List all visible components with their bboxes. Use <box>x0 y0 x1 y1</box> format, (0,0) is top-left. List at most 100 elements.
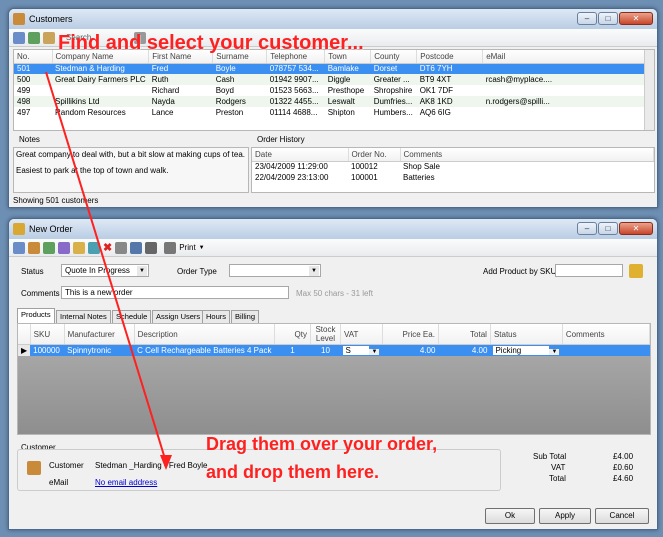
status-cell[interactable]: Picking ▼ <box>490 344 563 356</box>
email-link[interactable]: No email address <box>95 478 157 487</box>
col-manufacturer[interactable]: Manufacturer <box>64 324 135 345</box>
chevron-down-icon[interactable]: ▼ <box>369 348 380 355</box>
table-row[interactable]: 500 Great Dairy Farmers PLC Ruth Cash 01942 … <box>14 74 654 85</box>
col-no[interactable]: No. <box>14 50 53 64</box>
col-date[interactable]: Date <box>252 148 349 162</box>
chevron-down-icon[interactable]: ▼ <box>549 348 560 355</box>
instruction-top: Find and select your customer... <box>58 32 364 54</box>
ok-button[interactable]: Ok <box>485 508 535 524</box>
package-icon[interactable] <box>58 241 70 254</box>
apply-button[interactable]: Apply <box>539 508 591 524</box>
delete-icon[interactable]: ✖ <box>103 241 112 254</box>
table-row[interactable]: 499 Richard Boyd 01523 5663... Presthope Shro… <box>14 85 654 96</box>
cell: Batteries <box>403 173 435 182</box>
calculator-icon[interactable] <box>115 241 128 254</box>
order-type-select[interactable] <box>229 264 321 277</box>
cell: 497 <box>17 108 31 117</box>
user-icon[interactable] <box>28 241 40 254</box>
cell[interactable] <box>562 344 650 356</box>
status-select[interactable]: Quote In Progress <box>61 264 149 277</box>
tab-schedule[interactable]: Schedule <box>112 310 152 323</box>
product-icon[interactable] <box>43 241 55 254</box>
refresh-icon[interactable] <box>88 241 100 254</box>
col-sku[interactable]: SKU <box>30 324 65 345</box>
tab-internal-notes[interactable]: Internal Notes <box>56 310 111 323</box>
order-history-label: Order History <box>257 135 305 144</box>
cell: Richard <box>151 86 180 95</box>
customer-value[interactable]: Stedman _Harding - Fred Boyle <box>95 461 208 470</box>
col-email[interactable]: eMail <box>482 50 654 64</box>
cell[interactable]: 1 <box>274 344 311 356</box>
cell: Shop Sale <box>403 162 440 172</box>
col-comments[interactable]: Comments <box>400 148 654 162</box>
cell: Dumfries... <box>373 97 413 106</box>
col-total[interactable]: Total <box>438 324 491 345</box>
edit-icon[interactable] <box>73 241 85 254</box>
cell: Shipton <box>327 108 355 117</box>
customers-title: Customers <box>29 14 73 24</box>
col-order-no[interactable]: Order No. <box>348 148 401 162</box>
cell: 100012 <box>351 162 378 172</box>
vat-cell[interactable]: S ▼ <box>340 344 383 356</box>
cancel-button[interactable]: Cancel <box>595 508 649 524</box>
col-vat[interactable]: VAT <box>340 324 383 345</box>
cell: Greater ... <box>373 75 410 84</box>
customer-scrollbar[interactable] <box>644 50 654 130</box>
cell: Boyle <box>212 63 267 74</box>
user-icon[interactable] <box>13 31 25 44</box>
cell[interactable]: 4.00 <box>382 344 439 356</box>
minimize-button[interactable]: – <box>577 12 597 25</box>
notes-label: Notes <box>19 135 40 144</box>
sku-input[interactable] <box>555 264 623 277</box>
cell: Fred <box>148 63 213 74</box>
maximize-button[interactable]: □ <box>598 222 618 235</box>
customer-grid: No. Company Name First Name Surname Tele… <box>13 49 655 131</box>
order-titlebar[interactable]: New Order – □ ✕ <box>9 219 657 239</box>
col-description[interactable]: Description <box>134 324 275 345</box>
tab-hours[interactable]: Hours <box>202 310 231 323</box>
cell: Boyd <box>215 86 234 95</box>
close-button[interactable]: ✕ <box>619 12 653 25</box>
notes-text-2: Easiest to park at the top of town and w… <box>16 166 169 175</box>
maximize-button[interactable]: □ <box>598 12 618 25</box>
printer-icon[interactable] <box>145 241 158 254</box>
col-county[interactable]: County <box>370 50 418 64</box>
table-row[interactable]: 498 Spillikins Ltd Nayda Rodgers 01322 4455.… <box>14 96 654 107</box>
customers-titlebar[interactable]: Customers – □ ✕ <box>9 9 657 29</box>
comments-label: Comments <box>21 289 60 298</box>
cell: 01114 4688... <box>269 108 318 117</box>
table-row[interactable]: 501 Stedman & Harding Fred Boyle 078757 534.… <box>14 63 654 74</box>
table-row[interactable]: 22/04/2009 23:13:00 100001 Batteries <box>252 172 654 183</box>
row-status-value: Picking <box>493 345 550 355</box>
print-button[interactable]: Print <box>179 243 195 252</box>
col-qty[interactable]: Qty <box>274 324 311 345</box>
cell <box>52 85 149 96</box>
add-product-icon[interactable] <box>629 264 643 278</box>
users-icon[interactable] <box>13 241 25 254</box>
table-row[interactable]: 497 Random Resources Lance Preston 01114 468… <box>14 107 654 118</box>
order-toolbar: ✖ Print ▼ <box>9 239 657 257</box>
col-price[interactable]: Price Ea. <box>382 324 439 345</box>
customers-app-icon <box>13 13 25 25</box>
table-row[interactable]: ▶ 100000 Spinnytronic C Cell Rechargeabl… <box>18 344 650 356</box>
tab-assign-users[interactable]: Assign Users <box>152 310 205 323</box>
total-label: Total <box>549 474 566 483</box>
tab-products[interactable]: Products <box>17 308 55 323</box>
col-postcode[interactable]: Postcode <box>416 50 484 64</box>
tab-billing[interactable]: Billing <box>231 310 260 323</box>
add-user-icon[interactable] <box>28 31 40 44</box>
table-row[interactable]: 23/04/2009 11:29:00 100012 Shop Sale <box>252 161 654 172</box>
edit-user-icon[interactable] <box>43 31 55 44</box>
col-stock[interactable]: Stock Level <box>310 324 341 345</box>
notes-panel: Great company to deal with, but a bit sl… <box>13 147 249 193</box>
close-button[interactable]: ✕ <box>619 222 653 235</box>
minimize-button[interactable]: – <box>577 222 597 235</box>
col-comments[interactable]: Comments <box>562 324 651 345</box>
cell: 501 <box>14 63 52 74</box>
chevron-down-icon[interactable]: ▼ <box>199 245 205 251</box>
cell: Shropshire <box>373 86 413 95</box>
comments-input[interactable]: This is a new order <box>61 286 289 299</box>
cell: Bamlake <box>324 63 371 74</box>
col-status[interactable]: Status <box>490 324 563 345</box>
save-icon[interactable] <box>130 241 143 254</box>
